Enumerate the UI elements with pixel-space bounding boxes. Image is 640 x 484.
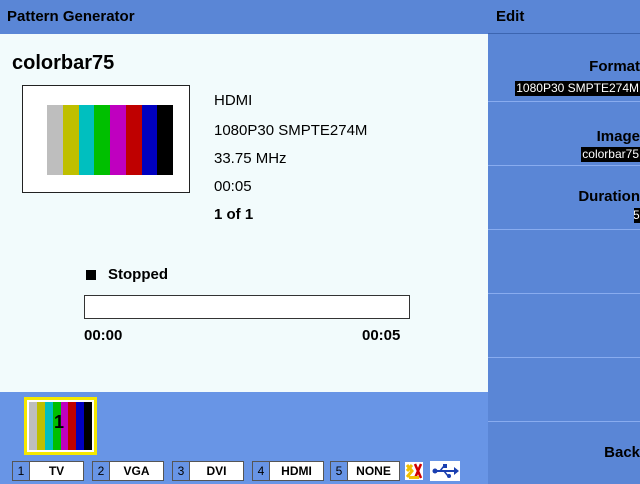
port-label: NONE [356,464,391,478]
port-label: VGA [123,464,150,478]
clock-label: 33.75 MHz [214,150,287,167]
port-hdmi-button[interactable]: 4 HDMI [252,461,324,481]
softkey-value: 1080P30 SMPTE274M [515,81,640,96]
color-bar [84,402,92,450]
color-bar [44,402,53,450]
port-number: 3 [173,462,190,480]
warning-icon [405,462,423,480]
color-bar [141,105,158,175]
color-bar [29,402,37,450]
back-softkey[interactable]: Back [488,422,640,484]
image-softkey[interactable]: Image colorbar75 [488,102,640,166]
usb-icon [430,461,460,481]
port-number: 1 [13,462,30,480]
page-title: Pattern Generator [0,0,488,34]
color-bar [47,105,63,175]
port-number: 2 [93,462,110,480]
pattern-index: 1 of 1 [214,206,254,223]
softkey-title: Back [604,444,640,461]
port-label: TV [48,464,65,478]
thumbnail-item[interactable]: 1 [24,397,97,455]
stopped-icon [86,270,96,280]
port-vga-button[interactable]: 2 VGA [92,461,164,481]
thumbnail-number: 1 [54,412,65,432]
duration-label: 00:05 [214,178,252,195]
softkey-title: Format [589,58,640,75]
softkey-blank-1[interactable] [488,230,640,294]
port-label: DVI [206,464,227,478]
color-bar [76,402,85,450]
pattern-name: colorbar75 [12,52,115,74]
preview-color-bars [47,105,173,175]
port-dvi-button[interactable]: 3 DVI [172,461,244,481]
port-none-button[interactable]: 5 NONE [330,461,400,481]
port-tv-button[interactable]: 1 TV [12,461,84,481]
status-text: Stopped [108,266,168,283]
color-bar [125,105,142,175]
softkey-blank-3[interactable] [488,358,640,422]
time-start: 00:00 [84,327,123,344]
color-bar [78,105,95,175]
time-end: 00:05 [362,327,401,344]
color-bar [68,402,77,450]
color-bar [62,105,79,175]
color-bar [157,105,173,175]
port-number: 5 [331,462,348,480]
color-bar [110,105,126,175]
progress-bar [84,295,410,319]
softkey-blank-2[interactable] [488,294,640,358]
color-bar [36,402,45,450]
duration-softkey[interactable]: Duration 5 [488,166,640,230]
softkey-value: colorbar75 [581,147,640,162]
softkey-title: Image [596,128,640,145]
softkey-title: Duration [578,188,640,205]
interface-label: HDMI [214,92,253,109]
softkey-value: 5 [634,208,640,223]
port-label: HDMI [281,464,312,478]
port-number: 4 [253,462,270,480]
pattern-preview [22,85,190,193]
format-softkey[interactable]: Format 1080P30 SMPTE274M [488,34,640,102]
color-bar [94,105,110,175]
format-label: 1080P30 SMPTE274M [214,122,368,139]
edit-panel-title: Edit [488,0,640,34]
